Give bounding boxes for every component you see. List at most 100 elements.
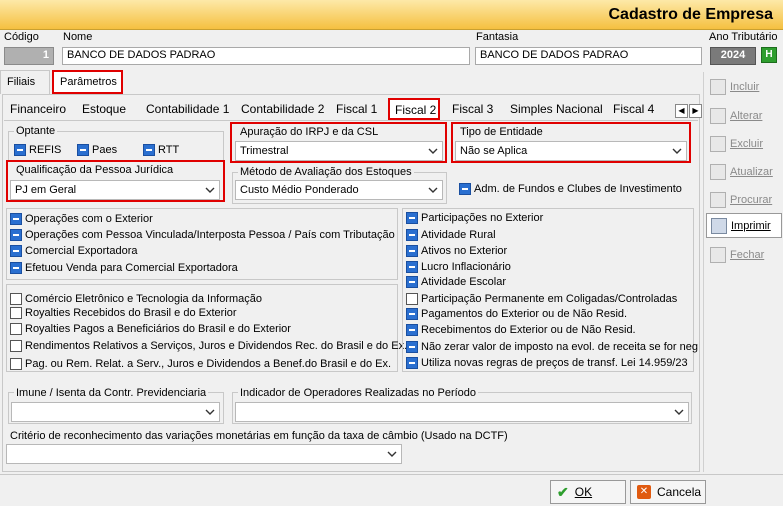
incluir-label: Incluir — [730, 80, 760, 93]
check-icon — [10, 293, 22, 305]
check-icon — [10, 340, 22, 352]
participacao-permanente-checkbox[interactable]: Participação Permanente em Coligadas/Con… — [406, 293, 677, 305]
checkbox-label: Comercial Exportadora — [25, 245, 138, 257]
refis-checkbox[interactable]: REFIS — [14, 144, 61, 156]
operacoes-exterior-checkbox[interactable]: Operações com o Exterior — [10, 213, 153, 225]
ativos-exterior-checkbox[interactable]: Ativos no Exterior — [406, 245, 507, 257]
atividade-rural-checkbox[interactable]: Atividade Rural — [406, 229, 496, 241]
refis-label: REFIS — [29, 144, 62, 156]
checkbox-label: Rendimentos Relativos a Serviços, Juros … — [25, 340, 408, 352]
indicador-select[interactable] — [235, 402, 689, 422]
check-icon — [10, 213, 22, 225]
tab-fiscal-3[interactable]: Fiscal 3 — [452, 102, 493, 116]
imprimir-button[interactable]: Imprimir — [706, 213, 782, 238]
codigo-field[interactable]: 1 — [4, 47, 54, 65]
novas-regras-checkbox[interactable]: Utiliza novas regras de preços de transf… — [406, 357, 688, 369]
ok-button[interactable]: ✔ OK — [550, 480, 626, 504]
ano-h-button[interactable]: H — [761, 47, 777, 63]
alterar-label: Alterar — [730, 109, 763, 122]
participacoes-exterior-checkbox[interactable]: Participações no Exterior — [406, 212, 543, 224]
fechar-button[interactable]: Fechar — [706, 242, 782, 267]
check-icon — [10, 307, 22, 319]
imune-select[interactable] — [11, 402, 220, 422]
tab-scroll-right-icon[interactable]: ▶ — [689, 104, 702, 118]
checkbox-label: Pag. ou Rem. Relat. a Serv., Juros e Div… — [25, 358, 392, 370]
criterio-select[interactable] — [6, 444, 402, 464]
rtt-checkbox[interactable]: RTT — [143, 144, 179, 156]
adm-fundos-label: Adm. de Fundos e Clubes de Investimento — [474, 183, 682, 195]
tab-contabilidade-1[interactable]: Contabilidade 1 — [146, 102, 229, 116]
lucro-inflacionario-checkbox[interactable]: Lucro Inflacionário — [406, 261, 511, 273]
metodo-select[interactable]: Custo Médio Ponderado — [235, 180, 443, 200]
fantasia-label: Fantasia — [476, 31, 519, 43]
delete-icon — [710, 135, 726, 152]
comercio-eletronico-checkbox[interactable]: Comércio Eletrônico e Tecnologia da Info… — [10, 293, 262, 305]
atualizar-button[interactable]: Atualizar — [706, 159, 782, 184]
criterio-label: Critério de reconhecimento das variações… — [8, 430, 510, 442]
tab-fiscal-1[interactable]: Fiscal 1 — [336, 102, 377, 116]
incluir-button[interactable]: Incluir — [706, 74, 782, 99]
check-icon — [406, 357, 418, 369]
rtt-label: RTT — [158, 144, 180, 156]
royalties-pagos-checkbox[interactable]: Royalties Pagos a Beneficiários do Brasi… — [10, 323, 291, 335]
check-icon — [10, 245, 22, 257]
check-icon — [406, 229, 418, 241]
tab-financeiro[interactable]: Financeiro — [10, 102, 66, 116]
nao-zerar-checkbox[interactable]: Não zerar valor de imposto na evol. de r… — [406, 341, 698, 353]
nome-field[interactable]: BANCO DE DADOS PADRAO — [62, 47, 470, 65]
chevron-down-icon — [674, 409, 684, 415]
recebimentos-exterior-checkbox[interactable]: Recebimentos do Exterior ou de Não Resid… — [406, 324, 636, 336]
cancel-button[interactable]: ✕ Cancela — [630, 480, 706, 504]
procurar-label: Procurar — [730, 193, 773, 206]
window-title: Cadastro de Empresa — [608, 6, 773, 23]
checkbox-label: Não zerar valor de imposto na evol. de r… — [421, 341, 698, 353]
check-icon — [10, 323, 22, 335]
checkbox-label: Pagamentos do Exterior ou de Não Resid. — [421, 308, 628, 320]
atividade-escolar-checkbox[interactable]: Atividade Escolar — [406, 276, 506, 288]
tab-filiais[interactable]: Filiais — [0, 70, 50, 94]
tab-separator — [4, 120, 698, 121]
check-icon — [406, 245, 418, 257]
tab-filiais-label: Filiais — [7, 76, 36, 88]
ano-field[interactable]: 2024 — [710, 47, 756, 65]
highlight-qualificacao — [6, 160, 225, 202]
checkbox-label: Royalties Pagos a Beneficiários do Brasi… — [25, 323, 291, 335]
checkbox-label: Atividade Rural — [421, 229, 496, 241]
fechar-label: Fechar — [730, 248, 765, 261]
procurar-button[interactable]: Procurar — [706, 187, 782, 212]
pagamentos-exterior-checkbox[interactable]: Pagamentos do Exterior ou de Não Resid. — [406, 308, 627, 320]
check-icon — [406, 212, 418, 224]
highlight-tipo-entidade — [451, 122, 691, 163]
binoculars-icon — [710, 191, 726, 208]
check-icon — [406, 324, 418, 336]
fantasia-field[interactable]: BANCO DE DADOS PADRAO — [475, 47, 702, 65]
metodo-label: Método de Avaliação dos Estoques — [238, 166, 414, 178]
alterar-button[interactable]: Alterar — [706, 103, 782, 128]
paes-check-icon — [77, 144, 89, 156]
adm-fundos-checkbox[interactable]: Adm. de Fundos e Clubes de Investimento — [459, 183, 682, 195]
operacoes-vinculada-checkbox[interactable]: Operações com Pessoa Vinculada/Interpost… — [10, 229, 395, 241]
royalties-recebidos-checkbox[interactable]: Royalties Recebidos do Brasil e do Exter… — [10, 307, 237, 319]
checkbox-label: Participações no Exterior — [421, 212, 544, 224]
comercial-exportadora-checkbox[interactable]: Comercial Exportadora — [10, 245, 138, 257]
cancel-icon: ✕ — [637, 485, 651, 499]
tab-simples-nacional[interactable]: Simples Nacional — [510, 102, 603, 116]
venda-comercial-exportadora-checkbox[interactable]: Efetuou Venda para Comercial Exportadora — [10, 262, 238, 274]
tab-contabilidade-2[interactable]: Contabilidade 2 — [241, 102, 324, 116]
tab-scroll-left-icon[interactable]: ◀ — [675, 104, 688, 118]
tab-fiscal-4[interactable]: Fiscal 4 — [613, 102, 654, 116]
imprimir-label: Imprimir — [731, 219, 771, 232]
highlight-apuracao — [230, 122, 447, 163]
check-icon — [10, 262, 22, 274]
checkbox-label: Utiliza novas regras de preços de transf… — [421, 357, 688, 369]
paes-checkbox[interactable]: Paes — [77, 144, 117, 156]
excluir-button[interactable]: Excluir — [706, 131, 782, 156]
tab-estoque[interactable]: Estoque — [82, 102, 126, 116]
rendimentos-relativos-checkbox[interactable]: Rendimentos Relativos a Serviços, Juros … — [10, 340, 407, 352]
pag-rem-checkbox[interactable]: Pag. ou Rem. Relat. a Serv., Juros e Div… — [10, 358, 391, 370]
ok-label: OK — [574, 485, 593, 499]
title-bar: Cadastro de Empresa — [0, 0, 783, 30]
check-icon — [406, 341, 418, 353]
refis-check-icon — [14, 144, 26, 156]
checkbox-label: Recebimentos do Exterior ou de Não Resid… — [421, 324, 636, 336]
